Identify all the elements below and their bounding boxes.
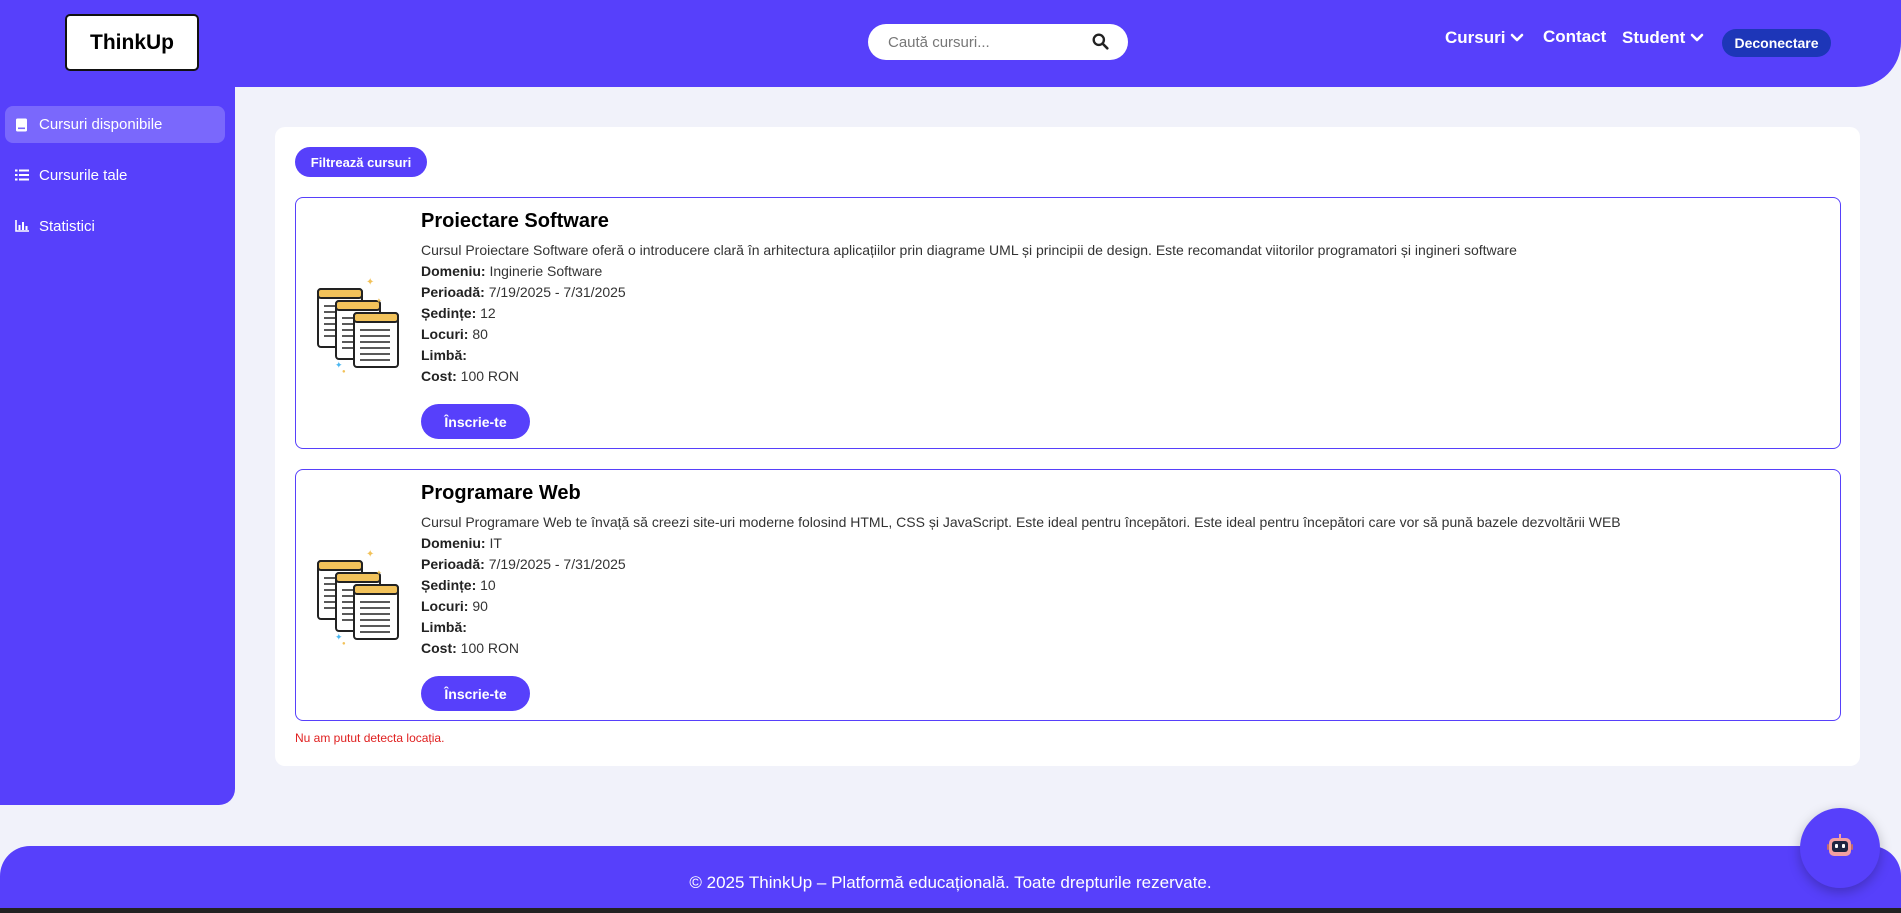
footer-text: © 2025 ThinkUp – Platformă educațională.…	[689, 873, 1212, 892]
chevron-down-icon	[1690, 33, 1704, 43]
logo[interactable]: ThinkUp	[65, 14, 199, 71]
robot-icon	[1827, 833, 1853, 863]
svg-text:✦: ✦	[366, 549, 374, 560]
sidebar-item-your-courses[interactable]: Cursurile tale	[5, 157, 225, 194]
location-error-message: Nu am putut detecta locația.	[295, 731, 445, 745]
sidebar-item-statistics[interactable]: Statistici	[5, 208, 225, 245]
course-title: Programare Web	[421, 482, 581, 504]
list-icon	[15, 169, 29, 183]
sidebar-item-available-courses[interactable]: Cursuri disponibile	[5, 106, 225, 143]
svg-text:✦: ✦	[376, 569, 382, 577]
svg-text:●: ●	[342, 641, 346, 645]
sidebar-item-label: Statistici	[39, 218, 95, 235]
course-period: Perioadă: 7/19/2025 - 7/31/2025	[421, 284, 626, 300]
svg-text:✦: ✦	[366, 277, 374, 288]
field-label: Ședințe:	[421, 305, 477, 321]
top-header: ThinkUp Cursuri Contact Student Deconect…	[0, 0, 1901, 87]
course-description: Cursul Proiectare Software oferă o intro…	[421, 242, 1517, 258]
course-title: Proiectare Software	[421, 210, 609, 232]
course-cost: Cost: 100 RON	[421, 368, 519, 384]
field-value: 7/19/2025 - 7/31/2025	[488, 556, 626, 572]
field-label: Cost:	[421, 368, 457, 384]
course-sessions: Ședințe: 12	[421, 305, 496, 321]
documents-icon: ✦ ✦ ✦ ●	[314, 545, 404, 647]
course-language: Limbă:	[421, 619, 467, 635]
documents-icon: ✦ ✦ ✦ ●	[314, 273, 404, 375]
field-value: 100 RON	[460, 640, 520, 656]
field-value: 12	[480, 305, 496, 321]
nav-student[interactable]: Student	[1622, 28, 1704, 48]
book-icon	[15, 118, 29, 132]
field-label: Limbă:	[421, 347, 467, 363]
course-seats: Locuri: 90	[421, 598, 488, 614]
search-input[interactable]	[888, 33, 1088, 51]
field-label: Domeniu:	[421, 535, 486, 551]
course-card: ✦ ✦ ✦ ● Proiectare Software Cursul Proie…	[295, 197, 1841, 449]
svg-text:✦: ✦	[376, 297, 382, 305]
sidebar-item-label: Cursurile tale	[39, 167, 128, 184]
field-label: Domeniu:	[421, 263, 486, 279]
field-label: Locuri:	[421, 598, 469, 614]
nav-courses-label: Cursuri	[1445, 28, 1506, 47]
field-label: Ședințe:	[421, 577, 477, 593]
field-value: IT	[489, 535, 502, 551]
footer-divider	[0, 908, 1901, 913]
field-label: Perioadă:	[421, 556, 485, 572]
course-domain: Domeniu: IT	[421, 535, 502, 551]
course-period: Perioadă: 7/19/2025 - 7/31/2025	[421, 556, 626, 572]
nav-courses[interactable]: Cursuri	[1445, 28, 1524, 48]
field-value: 100 RON	[460, 368, 520, 384]
field-label: Perioadă:	[421, 284, 485, 300]
field-value: 90	[472, 598, 488, 614]
field-value: 7/19/2025 - 7/31/2025	[488, 284, 626, 300]
search-icon[interactable]	[1092, 33, 1110, 51]
chevron-down-icon	[1510, 33, 1524, 43]
field-label: Limbă:	[421, 619, 467, 635]
enroll-button[interactable]: Înscrie-te	[421, 404, 530, 439]
field-label: Locuri:	[421, 326, 469, 342]
enroll-button[interactable]: Înscrie-te	[421, 676, 530, 711]
field-label: Cost:	[421, 640, 457, 656]
chatbot-button[interactable]	[1800, 808, 1880, 888]
sidebar-item-label: Cursuri disponibile	[39, 116, 163, 133]
course-card: ✦ ✦ ✦ ● Programare Web Cursul Programare…	[295, 469, 1841, 721]
filter-courses-button[interactable]: Filtrează cursuri	[295, 147, 427, 177]
chart-icon	[15, 219, 29, 234]
field-value: Inginerie Software	[489, 263, 603, 279]
nav-student-label: Student	[1622, 28, 1686, 47]
course-description: Cursul Programare Web te învață să creez…	[421, 514, 1621, 530]
svg-text:●: ●	[342, 369, 346, 373]
field-value: 80	[472, 326, 488, 342]
course-cost: Cost: 100 RON	[421, 640, 519, 656]
courses-panel: Filtrează cursuri ✦ ✦ ✦ ● Proiectare Sof…	[275, 127, 1860, 766]
sidebar: Cursuri disponibile Cursurile tale Stati…	[0, 87, 235, 805]
logout-button[interactable]: Deconectare	[1722, 29, 1831, 57]
nav-contact[interactable]: Contact	[1543, 27, 1606, 47]
footer: © 2025 ThinkUp – Platformă educațională.…	[0, 846, 1901, 908]
course-domain: Domeniu: Inginerie Software	[421, 263, 602, 279]
course-seats: Locuri: 80	[421, 326, 488, 342]
course-sessions: Ședințe: 10	[421, 577, 496, 593]
field-value: 10	[480, 577, 496, 593]
nav-contact-label: Contact	[1543, 27, 1607, 46]
search-bar	[868, 24, 1128, 60]
course-language: Limbă:	[421, 347, 467, 363]
